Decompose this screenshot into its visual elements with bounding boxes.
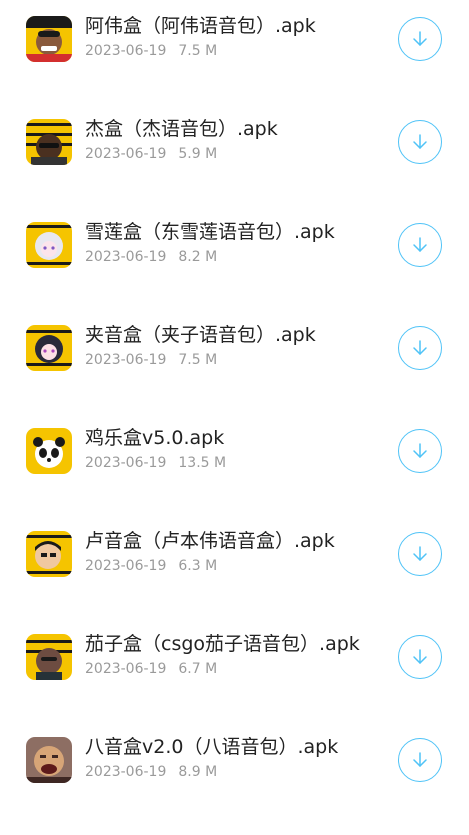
file-size: 8.2 M (178, 249, 218, 265)
download-button[interactable] (398, 532, 442, 576)
file-name: 茄子盒（csgo茄子语音包）.apk (85, 633, 360, 655)
xuelian-avatar-icon (26, 222, 72, 268)
file-name: 阿伟盒（阿伟语音包）.apk (85, 15, 316, 37)
file-size: 6.7 M (178, 661, 218, 677)
download-icon (413, 340, 427, 355)
file-size: 8.9 M (178, 764, 218, 780)
file-meta: 2023-06-19 7.5 M (85, 351, 217, 369)
list-item[interactable]: 杰盒（杰语音包）.apk 2023-06-19 5.9 M (0, 103, 469, 193)
download-icon (413, 752, 427, 767)
file-date: 2023-06-19 (85, 455, 167, 471)
download-icon (413, 134, 427, 149)
download-button[interactable] (398, 120, 442, 164)
file-date: 2023-06-19 (85, 43, 167, 59)
download-button[interactable] (398, 223, 442, 267)
file-date: 2023-06-19 (85, 558, 167, 574)
download-button[interactable] (398, 326, 442, 370)
list-item[interactable]: 卢音盒（卢本伟语音盒）.apk 2023-06-19 6.3 M (0, 515, 469, 605)
file-date: 2023-06-19 (85, 146, 167, 162)
file-size: 7.5 M (178, 352, 218, 368)
jiazi-avatar-icon (26, 325, 72, 371)
awei-avatar-icon (26, 16, 72, 62)
list-item[interactable]: 夹音盒（夹子语音包）.apk 2023-06-19 7.5 M (0, 309, 469, 399)
file-meta: 2023-06-19 13.5 M (85, 454, 226, 472)
download-button[interactable] (398, 738, 442, 782)
file-meta: 2023-06-19 6.7 M (85, 660, 217, 678)
file-date: 2023-06-19 (85, 764, 167, 780)
download-icon (413, 443, 427, 458)
download-button[interactable] (398, 429, 442, 473)
file-meta: 2023-06-19 5.9 M (85, 145, 217, 163)
file-size: 6.3 M (178, 558, 218, 574)
qiezi-avatar-icon (26, 634, 72, 680)
file-date: 2023-06-19 (85, 352, 167, 368)
file-meta: 2023-06-19 8.2 M (85, 248, 217, 266)
list-item[interactable]: 八音盒v2.0（八语音包）.apk 2023-06-19 8.9 M (0, 721, 469, 811)
download-icon (413, 546, 427, 561)
list-item[interactable]: 茄子盒（csgo茄子语音包）.apk 2023-06-19 6.7 M (0, 618, 469, 708)
file-size: 7.5 M (178, 43, 218, 59)
lubenwei-avatar-icon (26, 531, 72, 577)
file-name: 雪莲盒（东雪莲语音包）.apk (85, 221, 335, 243)
download-icon (413, 31, 427, 46)
file-name: 八音盒v2.0（八语音包）.apk (85, 736, 339, 758)
bayin-avatar-icon (26, 737, 72, 783)
download-button[interactable] (398, 635, 442, 679)
list-item[interactable]: 雪莲盒（东雪莲语音包）.apk 2023-06-19 8.2 M (0, 206, 469, 296)
file-name: 夹音盒（夹子语音包）.apk (85, 324, 316, 346)
download-icon (413, 649, 427, 664)
file-name: 杰盒（杰语音包）.apk (85, 118, 278, 140)
file-date: 2023-06-19 (85, 661, 167, 677)
file-meta: 2023-06-19 7.5 M (85, 42, 217, 60)
list-item[interactable]: 鸡乐盒v5.0.apk 2023-06-19 13.5 M (0, 412, 469, 502)
download-icon (413, 237, 427, 252)
download-button[interactable] (398, 17, 442, 61)
file-date: 2023-06-19 (85, 249, 167, 265)
file-meta: 2023-06-19 8.9 M (85, 763, 217, 781)
panda-avatar-icon (26, 428, 72, 474)
file-name: 鸡乐盒v5.0.apk (85, 427, 225, 449)
list-item[interactable]: 阿伟盒（阿伟语音包）.apk 2023-06-19 7.5 M (0, 0, 469, 90)
file-size: 5.9 M (178, 146, 218, 162)
file-meta: 2023-06-19 6.3 M (85, 557, 217, 575)
file-name: 卢音盒（卢本伟语音盒）.apk (85, 530, 335, 552)
jie-avatar-icon (26, 119, 72, 165)
file-size: 13.5 M (178, 455, 227, 471)
